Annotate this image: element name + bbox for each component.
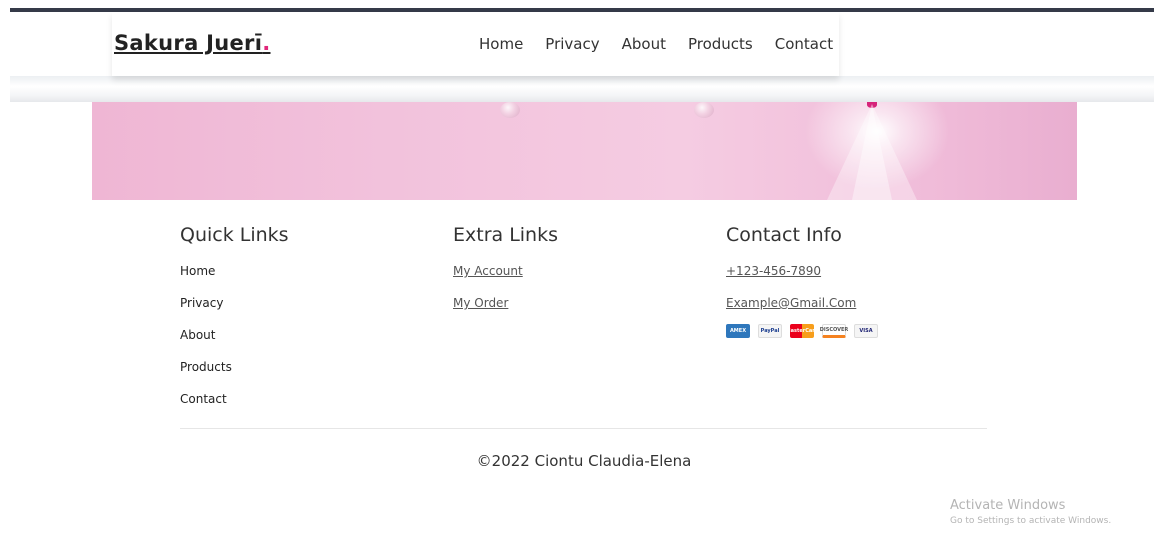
watermark-title: Activate Windows <box>950 498 1066 513</box>
quick-links-title: Quick Links <box>180 224 289 246</box>
nav-contact[interactable]: Contact <box>775 35 833 53</box>
quick-link-contact[interactable]: Contact <box>180 392 289 406</box>
contact-info-column: Contact Info +123-456-7890 Example@Gmail… <box>726 224 878 338</box>
quick-link-privacy[interactable]: Privacy <box>180 296 289 310</box>
extra-links-column: Extra Links My Account My Order <box>453 224 558 328</box>
hero-banner <box>92 102 1077 200</box>
nav-home[interactable]: Home <box>479 35 523 53</box>
extra-links-title: Extra Links <box>453 224 559 246</box>
discover-card-icon: DISCOVER <box>820 324 848 338</box>
nav-about[interactable]: About <box>622 35 666 53</box>
main-nav: Home Privacy About Products Contact <box>479 35 855 53</box>
amex-card-icon: AMEX <box>726 324 750 338</box>
contact-info-title: Contact Info <box>726 224 842 246</box>
windows-activation-watermark: Activate Windows Go to Settings to activ… <box>950 498 1111 526</box>
nav-privacy[interactable]: Privacy <box>545 35 599 53</box>
contact-phone-link[interactable]: +123-456-7890 <box>726 264 821 278</box>
light-beam <box>827 104 917 200</box>
logo-accent-dot: . <box>262 31 271 55</box>
paypal-card-icon: PayPal <box>758 324 782 338</box>
site-logo[interactable]: Sakura Juerī. <box>114 31 271 55</box>
contact-email-link[interactable]: Example@Gmail.Com <box>726 296 856 310</box>
quick-link-products[interactable]: Products <box>180 360 289 374</box>
mastercard-card-icon: MasterCard <box>786 324 818 338</box>
extra-link-my-order[interactable]: My Order <box>453 296 508 310</box>
quick-link-home[interactable]: Home <box>180 264 289 278</box>
quick-link-about[interactable]: About <box>180 328 289 342</box>
header-shadow <box>10 76 1154 102</box>
watermark-subtitle: Go to Settings to activate Windows. <box>950 516 1112 526</box>
copyright-text: ©2022 Ciontu Claudia-Elena <box>476 452 692 470</box>
quick-links-column: Quick Links Home Privacy About Products … <box>180 224 289 424</box>
footer-divider <box>180 428 987 429</box>
visa-card-icon: VISA <box>854 324 878 338</box>
payment-cards: AMEX PayPal MasterCard DISCOVER VISA <box>726 324 878 338</box>
nav-products[interactable]: Products <box>688 35 753 53</box>
extra-link-my-account[interactable]: My Account <box>453 264 523 278</box>
